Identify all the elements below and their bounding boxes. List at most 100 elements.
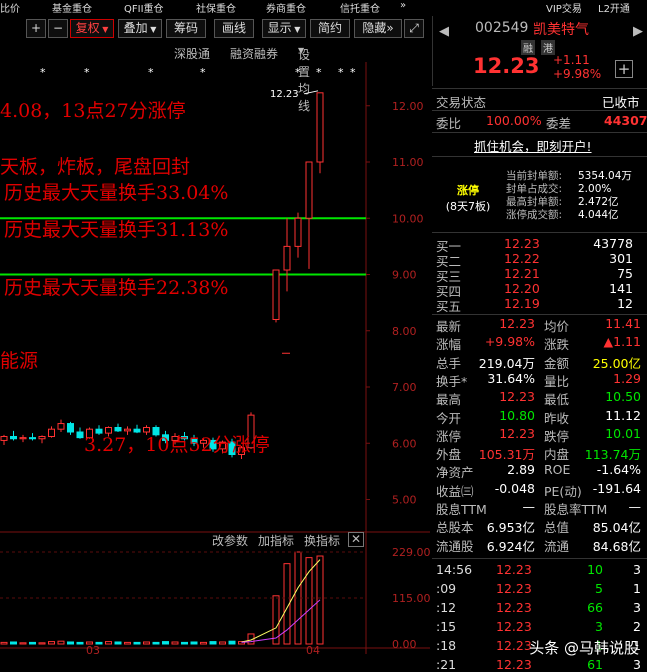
volume-tick-label: 0.00 — [392, 638, 417, 651]
tick-count: 3 — [633, 562, 641, 577]
menu-item[interactable]: 基金重仓 — [52, 0, 92, 14]
volume-bar — [133, 641, 141, 645]
price-tick-label: 8.00 — [392, 325, 417, 338]
quote-value: 11.12 — [605, 407, 641, 423]
zoom-in-button[interactable]: + — [26, 19, 46, 38]
limit-stat-row: 当前封单额: 5354.04万 — [506, 170, 646, 183]
huaxian-button[interactable]: 画线 — [214, 19, 254, 38]
diejia-dropdown[interactable]: 叠加 ▼ — [118, 19, 162, 38]
quote-label: PE(动) — [544, 483, 582, 499]
kline-chart[interactable]: 12.00 11.00 10.00 9.00 8.00 7.00 6.00 5.00 12.23… — [0, 62, 431, 657]
xianshi-dropdown[interactable]: 显示 ▼ — [262, 19, 306, 38]
quote-value: 2.89 — [507, 462, 535, 478]
close-icon[interactable]: ✕ — [348, 532, 365, 547]
chevron-down-icon: ▼ — [99, 25, 109, 34]
menu-item[interactable]: 券商重仓 — [266, 0, 306, 14]
fullscreen-icon[interactable]: ⤢ — [404, 19, 424, 38]
event-star-icon[interactable]: * — [316, 66, 322, 79]
stock-header: ◀ 002549 凯美特气 融 港 ▶ 12.23 +1.11 +9.98% + — [432, 16, 647, 86]
volume-bar — [152, 641, 160, 645]
add-indicator-button[interactable]: 加指标 — [258, 532, 294, 549]
quote-label: 涨跌 — [544, 337, 570, 353]
quote-label: 均价 — [544, 319, 570, 334]
jianyue-button[interactable]: 简约 — [310, 19, 350, 38]
quote-label: 换手* — [436, 373, 468, 389]
chart-subtoolbar: 深股通 融资融券 设置均线 ▼ — [0, 44, 430, 113]
event-star-icon[interactable]: * — [200, 66, 206, 79]
volume-bar — [19, 642, 27, 645]
candle-body — [19, 437, 27, 440]
open-account-link[interactable]: 抓住机会，即刻开户! — [474, 136, 592, 155]
quote-value: -1.64% — [596, 462, 641, 478]
tick-price: 12.23 — [496, 581, 532, 596]
event-star-icon[interactable]: * — [350, 66, 356, 79]
annotation: 天板，炸板，尾盘回封 — [0, 156, 191, 178]
quote-value: — — [522, 499, 536, 514]
menu-item[interactable]: 比价 — [0, 0, 20, 14]
switch-indicator-button[interactable]: 换指标 — [304, 532, 340, 549]
event-star-icon[interactable]: * — [148, 66, 154, 79]
quote-value: 6.924亿 — [486, 538, 535, 554]
trade-status-row: 交易状态 已收市 — [432, 92, 647, 110]
candle-body — [38, 436, 46, 440]
limit-up-streak: (8天7板) — [445, 200, 491, 213]
quote-panel: ◀ 002549 凯美特气 融 港 ▶ 12.23 +1.11 +9.98% +… — [432, 16, 647, 672]
limit-stat-value: 4.044亿 — [578, 209, 619, 221]
xianshi-label: 显示 — [267, 21, 292, 35]
quote-row: 最高 12.23 最低 10.50 — [432, 389, 647, 407]
quote-label: 流通 — [544, 538, 570, 554]
shengutong-link[interactable]: 深股通 — [174, 45, 210, 62]
next-stock-icon[interactable]: ▶ — [633, 24, 643, 39]
menu-more[interactable]: » — [400, 0, 406, 11]
menu-item[interactable]: 社保重仓 — [196, 0, 236, 14]
change-params-button[interactable]: 改参数 — [212, 532, 248, 549]
quote-value: 11.41 — [605, 316, 641, 331]
prev-stock-icon[interactable]: ◀ — [439, 24, 449, 39]
event-star-icon[interactable]: * — [84, 66, 90, 79]
bid-price: 12.20 — [504, 281, 540, 296]
quote-value: 12.23 — [499, 389, 535, 405]
limit-stat-value: 2.472亿 — [578, 196, 619, 208]
menu-l2-open[interactable]: L2开通 — [598, 0, 630, 14]
tick-volume: 3 — [595, 619, 603, 634]
fuquan-dropdown[interactable]: 复权 ▼ — [70, 19, 114, 38]
quote-value: 84.68亿 — [592, 538, 641, 554]
volume-bar — [57, 640, 65, 645]
trade-status-label: 交易状态 — [436, 95, 487, 110]
volume-bar — [48, 641, 55, 645]
quote-value: 10.01 — [605, 425, 641, 441]
quote-label: 涨幅 — [436, 337, 462, 353]
volume-bar — [29, 641, 36, 645]
menu-item[interactable]: QFII重仓 — [124, 0, 164, 14]
fuquan-label: 复权 — [75, 21, 100, 35]
tick-volume: 5 — [595, 581, 603, 596]
price-change: +1.11 — [553, 53, 590, 67]
bid-level-row: 买一 12.23 43778 — [432, 236, 647, 254]
event-star-icon[interactable]: * — [295, 66, 301, 79]
chouma-button[interactable]: 筹码 — [166, 19, 206, 38]
yincang-button[interactable]: 隐藏» — [354, 19, 402, 38]
volume-bar — [228, 640, 236, 645]
quote-label: 最新 — [436, 319, 462, 334]
quote-value: +9.98% — [484, 334, 535, 350]
menu-vip-trade[interactable]: VIP交易 — [546, 0, 582, 14]
zoom-out-button[interactable]: − — [48, 19, 68, 38]
date-tick-label: 04 — [306, 644, 320, 654]
candle-body — [294, 217, 302, 247]
tick-row: 14:56 12.23 10 3 — [432, 562, 647, 580]
menu-item[interactable]: 信托重仓 — [340, 0, 380, 14]
volume-bar — [0, 641, 8, 645]
limit-up-badge: 涨停 (8天7板) — [438, 182, 498, 216]
rongzi-link[interactable]: 融资融券 — [230, 45, 278, 62]
add-watchlist-icon[interactable]: + — [615, 60, 633, 78]
candle-body — [67, 423, 74, 433]
quote-label: 昨收 — [544, 410, 570, 426]
candle-body — [57, 423, 65, 430]
event-star-icon[interactable]: * — [40, 66, 46, 79]
candle-body — [76, 431, 84, 439]
quote-row: 今开 10.80 昨收 11.12 — [432, 408, 647, 426]
quote-label: 量比 — [544, 373, 570, 389]
price-tick-label: 9.00 — [392, 269, 417, 282]
tick-count: 2 — [633, 619, 641, 634]
event-star-icon[interactable]: * — [338, 66, 344, 79]
